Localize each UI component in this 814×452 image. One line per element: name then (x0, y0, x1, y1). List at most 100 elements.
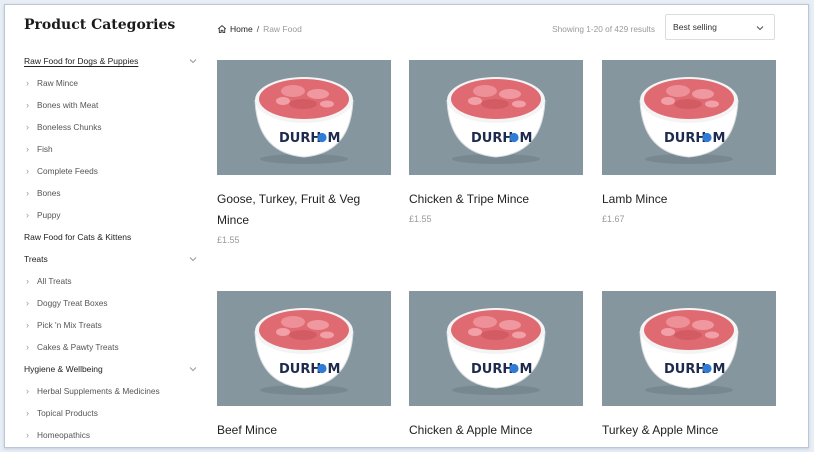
svg-text:M: M (328, 362, 341, 377)
product-image[interactable]: DURH M (602, 291, 776, 406)
chevron-right-icon: › (26, 166, 29, 176)
chevron-right-icon: › (26, 188, 29, 198)
chevron-right-icon: › (26, 408, 29, 418)
bowl-illustration: DURH M (217, 60, 391, 175)
subcategory-boneless-chunks[interactable]: › Boneless Chunks (24, 118, 200, 136)
svg-text:M: M (713, 362, 726, 377)
category-hygiene-wellbeing[interactable]: Hygiene & Wellbeing (24, 360, 200, 378)
subcategory-topical-products[interactable]: › Topical Products (24, 404, 200, 422)
subcategory-label: All Treats (37, 276, 72, 286)
category-treats[interactable]: Treats (24, 250, 200, 268)
sort-selected-value: Best selling (673, 22, 717, 32)
product-card[interactable]: DURH M Turkey & Apple Mince (602, 291, 776, 441)
product-card[interactable]: DURH M Lamb Mince £1.67 (602, 60, 776, 224)
chevron-down-icon (756, 26, 764, 31)
subcategory-label: Topical Products (37, 408, 98, 418)
subcategory-cakes-pawty-treats[interactable]: › Cakes & Pawty Treats (24, 338, 200, 356)
bowl-illustration: DURH M (217, 291, 391, 406)
svg-text:DURH: DURH (471, 362, 513, 377)
chevron-right-icon: › (26, 100, 29, 110)
breadcrumb-current: Raw Food (263, 24, 302, 34)
chevron-right-icon: › (26, 430, 29, 440)
product-price: £1.55 (217, 235, 240, 245)
chevron-right-icon: › (26, 342, 29, 352)
subcategory-label: Bones with Meat (37, 100, 99, 110)
product-card[interactable]: DURH M Goose, Turkey, Fruit & Veg Mince … (217, 60, 391, 245)
product-name[interactable]: Goose, Turkey, Fruit & Veg Mince (217, 189, 391, 231)
svg-text:M: M (713, 131, 726, 146)
subcategory-raw-mince[interactable]: › Raw Mince (24, 74, 200, 92)
subcategory-bones[interactable]: › Bones (24, 184, 200, 202)
subcategory-label: Puppy (37, 210, 61, 220)
chevron-right-icon: › (26, 298, 29, 308)
subcategory-pick-n-mix-treats[interactable]: › Pick 'n Mix Treats (24, 316, 200, 334)
product-price: £1.67 (602, 214, 625, 224)
chevron-right-icon: › (26, 320, 29, 330)
subcategory-doggy-treat-boxes[interactable]: › Doggy Treat Boxes (24, 294, 200, 312)
product-image[interactable]: DURH M (409, 60, 583, 175)
subcategory-label: Fish (37, 144, 53, 154)
product-image[interactable]: DURH M (217, 291, 391, 406)
subcategory-herbal-supplements[interactable]: › Herbal Supplements & Medicines (24, 382, 200, 400)
subcategory-all-treats[interactable]: › All Treats (24, 272, 200, 290)
chevron-down-icon[interactable] (188, 56, 198, 66)
product-image[interactable]: DURH M (409, 291, 583, 406)
category-label: Hygiene & Wellbeing (24, 364, 103, 374)
svg-text:DURH: DURH (279, 131, 321, 146)
chevron-right-icon: › (26, 210, 29, 220)
product-card[interactable]: DURH M Beef Mince (217, 291, 391, 441)
subcategory-homeopathics[interactable]: › Homeopathics (24, 426, 200, 444)
product-name[interactable]: Chicken & Tripe Mince (409, 189, 583, 210)
subcategory-label: Raw Mince (37, 78, 79, 88)
bowl-illustration: DURH M (409, 60, 583, 175)
subcategory-label: Cakes & Pawty Treats (37, 342, 119, 352)
product-name[interactable]: Beef Mince (217, 420, 391, 441)
page-frame: Product Categories Raw Food for Dogs & P… (4, 4, 809, 448)
chevron-right-icon: › (26, 78, 29, 88)
chevron-down-icon[interactable] (188, 364, 198, 374)
subcategory-label: Bones (37, 188, 61, 198)
product-name[interactable]: Lamb Mince (602, 189, 776, 210)
category-label: Treats (24, 254, 48, 264)
subcategory-label: Boneless Chunks (37, 122, 102, 132)
product-price: £1.55 (409, 214, 432, 224)
home-icon[interactable] (217, 24, 227, 34)
chevron-right-icon: › (26, 386, 29, 396)
subcategory-label: Homeopathics (37, 430, 91, 440)
svg-text:M: M (520, 131, 533, 146)
bowl-illustration: DURH M (409, 291, 583, 406)
product-name[interactable]: Chicken & Apple Mince (409, 420, 583, 441)
product-name[interactable]: Turkey & Apple Mince (602, 420, 776, 441)
subcategory-label: Pick 'n Mix Treats (37, 320, 102, 330)
chevron-right-icon: › (26, 122, 29, 132)
category-raw-food-cats[interactable]: Raw Food for Cats & Kittens (24, 228, 200, 246)
chevron-right-icon: › (26, 276, 29, 286)
category-raw-food-dogs[interactable]: Raw Food for Dogs & Puppies (24, 52, 200, 70)
bowl-illustration: DURH M (602, 60, 776, 175)
category-label: Raw Food for Cats & Kittens (24, 232, 132, 242)
svg-text:DURH: DURH (279, 362, 321, 377)
bowl-illustration: DURH M (602, 291, 776, 406)
chevron-down-icon[interactable] (188, 254, 198, 264)
breadcrumb-separator: / (256, 24, 260, 34)
subcategory-label: Complete Feeds (37, 166, 98, 176)
svg-text:DURH: DURH (664, 131, 706, 146)
subcategory-label: Doggy Treat Boxes (37, 298, 108, 308)
product-image[interactable]: DURH M (602, 60, 776, 175)
subcategory-label: Herbal Supplements & Medicines (37, 386, 160, 396)
product-image[interactable]: DURH M (217, 60, 391, 175)
svg-text:M: M (520, 362, 533, 377)
sort-select[interactable]: Best selling (665, 14, 775, 40)
product-card[interactable]: DURH M Chicken & Apple Mince (409, 291, 583, 441)
chevron-right-icon: › (26, 144, 29, 154)
subcategory-complete-feeds[interactable]: › Complete Feeds (24, 162, 200, 180)
subcategory-fish[interactable]: › Fish (24, 140, 200, 158)
product-card[interactable]: DURH M Chicken & Tripe Mince £1.55 (409, 60, 583, 224)
svg-text:M: M (328, 131, 341, 146)
subcategory-puppy[interactable]: › Puppy (24, 206, 200, 224)
results-count: Showing 1-20 of 429 results (552, 24, 655, 34)
breadcrumb-home-link[interactable]: Home (230, 24, 253, 34)
svg-text:DURH: DURH (664, 362, 706, 377)
svg-text:DURH: DURH (471, 131, 513, 146)
subcategory-bones-with-meat[interactable]: › Bones with Meat (24, 96, 200, 114)
